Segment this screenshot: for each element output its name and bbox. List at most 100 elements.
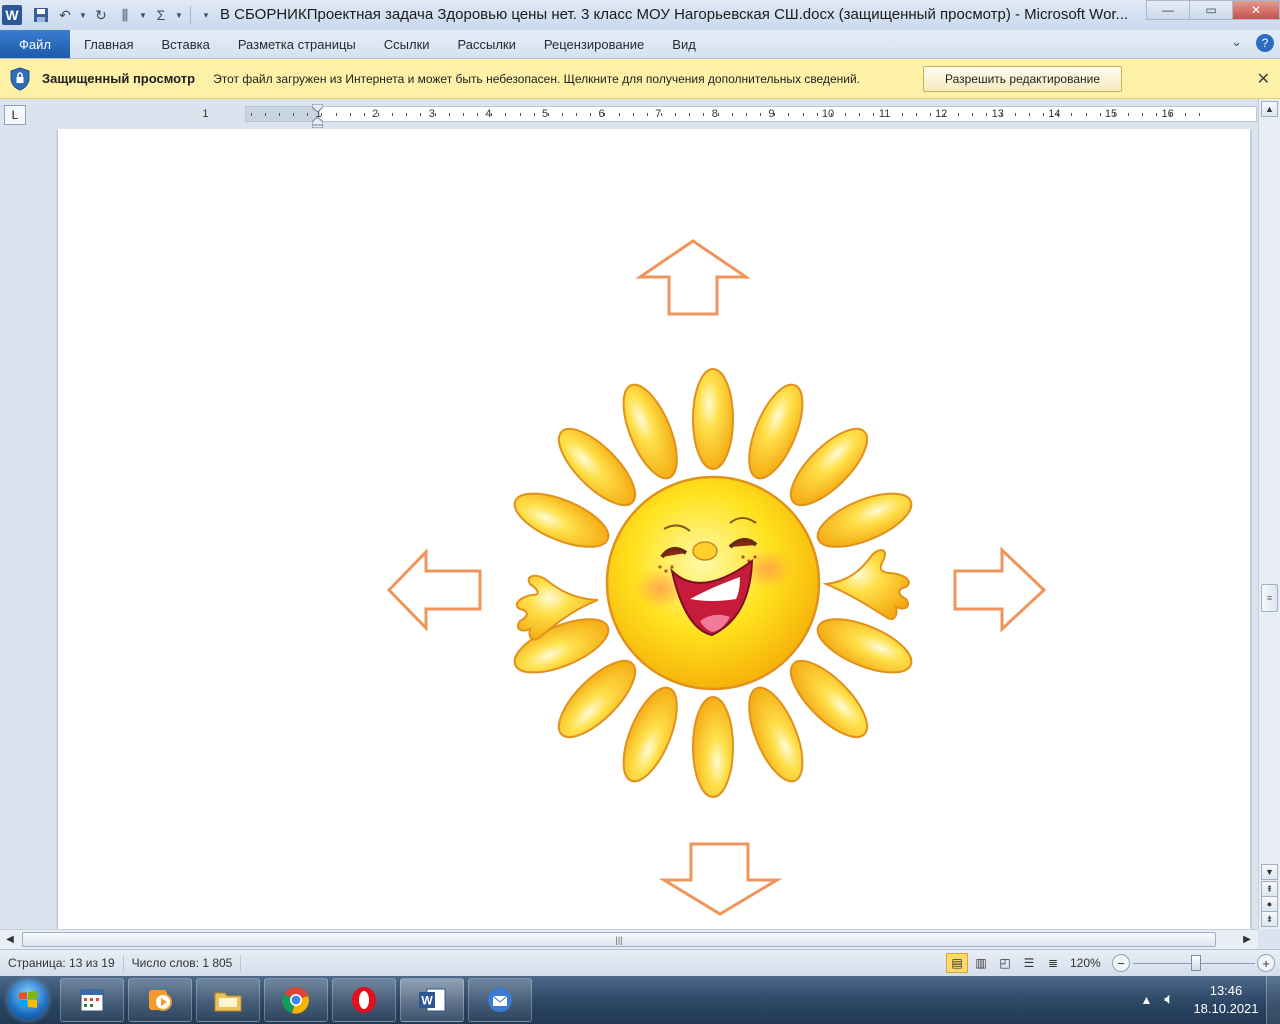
- view-buttons: ▤ ▥ ◰ ☰ ≣: [946, 953, 1064, 973]
- ruler-tick: [561, 113, 563, 116]
- chrome-icon[interactable]: [264, 978, 328, 1022]
- show-hidden-icons-icon[interactable]: ▲: [1141, 993, 1153, 1007]
- ruler-tick: [689, 113, 691, 116]
- next-page-icon[interactable]: ⇟: [1261, 911, 1278, 927]
- full-screen-reading-icon[interactable]: ▥: [970, 953, 992, 973]
- document-area: [0, 129, 1258, 929]
- ruler-tick: [632, 113, 634, 116]
- file-explorer-icon[interactable]: [196, 978, 260, 1022]
- dropdown-arrow-icon[interactable]: ▼: [138, 4, 148, 26]
- ruler-tick: [1043, 113, 1045, 116]
- scroll-left-icon[interactable]: ◀: [3, 932, 17, 947]
- zoom-slider-thumb[interactable]: [1191, 955, 1202, 971]
- calendar-app-icon[interactable]: [60, 978, 124, 1022]
- tab-references[interactable]: Ссылки: [370, 30, 444, 58]
- ruler-tick: [802, 113, 804, 116]
- tab-insert[interactable]: Вставка: [147, 30, 223, 58]
- close-button[interactable]: ✕: [1232, 0, 1280, 20]
- ruler-tick: [250, 113, 252, 116]
- columns-icon[interactable]: ⫼: [114, 4, 136, 26]
- ruler-tick: [717, 113, 719, 116]
- dropdown-arrow-icon[interactable]: ▼: [78, 4, 88, 26]
- protected-view-title: Защищенный просмотр: [42, 71, 196, 86]
- undo-icon[interactable]: ↶: [54, 4, 76, 26]
- ruler-tick: [576, 113, 578, 116]
- minimize-button[interactable]: —: [1146, 0, 1190, 20]
- vertical-scrollbar[interactable]: ▲ ≡ ▼ ⇞ ● ⇟: [1258, 99, 1280, 929]
- tab-selector-button[interactable]: L: [4, 105, 26, 125]
- draft-icon[interactable]: ≣: [1042, 953, 1064, 973]
- clock-time: 13:46: [1209, 983, 1243, 998]
- arrow-down-icon: [658, 842, 783, 916]
- zoom-level[interactable]: 120%: [1070, 956, 1101, 970]
- ruler-tick: [477, 113, 479, 116]
- ruler-tick: [929, 113, 931, 116]
- dropdown-arrow-icon[interactable]: ▼: [174, 4, 184, 26]
- clock[interactable]: 13:46 18.10.2021: [1186, 982, 1266, 1018]
- media-player-icon[interactable]: [128, 978, 192, 1022]
- thunderbird-icon[interactable]: [468, 978, 532, 1022]
- horizontal-scrollbar[interactable]: ◀ ||| ▶: [0, 929, 1258, 949]
- opera-icon[interactable]: [332, 978, 396, 1022]
- title-bar: W ↶ ▼ ↻ ⫼ ▼ Σ ▼ ▾ В СБОРНИКПроектная зад…: [0, 0, 1280, 30]
- ruler-tick: [944, 113, 946, 116]
- ribbon-collapse-icon[interactable]: ⌄: [1231, 34, 1242, 52]
- tab-page-layout[interactable]: Разметка страницы: [224, 30, 370, 58]
- ruler-tick: [901, 113, 903, 116]
- tab-home[interactable]: Главная: [70, 30, 147, 58]
- ruler-tick: [972, 113, 974, 116]
- maximize-button[interactable]: ▭: [1189, 0, 1233, 20]
- vertical-scroll-thumb[interactable]: ≡: [1261, 584, 1278, 612]
- ruler-tick: [1071, 113, 1073, 116]
- ruler-tick: [816, 113, 818, 116]
- ruler-tick: [519, 113, 521, 116]
- outline-icon[interactable]: ☰: [1018, 953, 1040, 973]
- word-count[interactable]: Число слов: 1 805: [124, 954, 242, 972]
- ruler-tick: [1170, 113, 1172, 116]
- redo-icon[interactable]: ↻: [90, 4, 112, 26]
- scroll-down-icon[interactable]: ▼: [1261, 864, 1278, 880]
- tab-file[interactable]: Файл: [0, 30, 70, 58]
- horizontal-ruler[interactable]: 1 1 2 3 4 5 6 7 8 9 10 11 12 13 14 15 16: [202, 106, 1257, 122]
- save-icon[interactable]: [30, 4, 52, 26]
- close-icon[interactable]: ✕: [1257, 69, 1270, 89]
- windows-logo-icon: [8, 980, 48, 1020]
- word-app-icon[interactable]: W: [2, 5, 22, 25]
- ruler-tick: [590, 113, 592, 116]
- microsoft-word-icon[interactable]: W: [400, 978, 464, 1022]
- zoom-out-button[interactable]: −: [1112, 954, 1130, 972]
- sum-icon[interactable]: Σ: [150, 4, 172, 26]
- ruler-tick: [887, 113, 889, 116]
- tab-review[interactable]: Рецензирование: [530, 30, 658, 58]
- system-tray: ▲ 🔈︎ 13:46 18.10.2021: [1141, 976, 1280, 1024]
- page-counter[interactable]: Страница: 13 из 19: [0, 954, 124, 972]
- volume-icon[interactable]: 🔈︎: [1164, 991, 1174, 1009]
- ruler-tick: [392, 113, 394, 116]
- previous-page-icon[interactable]: ⇞: [1261, 881, 1278, 897]
- indent-marker-icon[interactable]: [312, 104, 323, 128]
- scroll-right-icon[interactable]: ▶: [1240, 932, 1254, 947]
- divider: [190, 6, 191, 24]
- tab-view[interactable]: Вид: [658, 30, 710, 58]
- ruler-tick: [1099, 113, 1101, 116]
- ruler-tick: [661, 113, 663, 116]
- customize-qat-icon[interactable]: ▾: [195, 4, 217, 26]
- select-browse-object-icon[interactable]: ●: [1261, 896, 1278, 912]
- ruler-tick: [293, 113, 295, 116]
- show-desktop-button[interactable]: [1266, 976, 1280, 1024]
- ruler-tick: [915, 113, 917, 116]
- tab-mailings[interactable]: Рассылки: [444, 30, 530, 58]
- ruler-tick: [844, 113, 846, 116]
- ruler-label: 13: [991, 108, 1004, 120]
- start-button[interactable]: [0, 976, 56, 1024]
- ruler-tick: [1000, 113, 1002, 116]
- print-layout-icon[interactable]: ▤: [946, 953, 968, 973]
- help-icon[interactable]: ?: [1256, 34, 1274, 52]
- protected-view-message[interactable]: Этот файл загружен из Интернета и может …: [213, 72, 860, 86]
- web-layout-icon[interactable]: ◰: [994, 953, 1016, 973]
- enable-editing-button[interactable]: Разрешить редактирование: [923, 66, 1122, 92]
- zoom-in-button[interactable]: +: [1257, 954, 1275, 972]
- horizontal-scroll-thumb[interactable]: |||: [22, 932, 1216, 947]
- ruler-tick: [788, 113, 790, 116]
- ruler-toggle-icon[interactable]: ▲: [1261, 101, 1278, 117]
